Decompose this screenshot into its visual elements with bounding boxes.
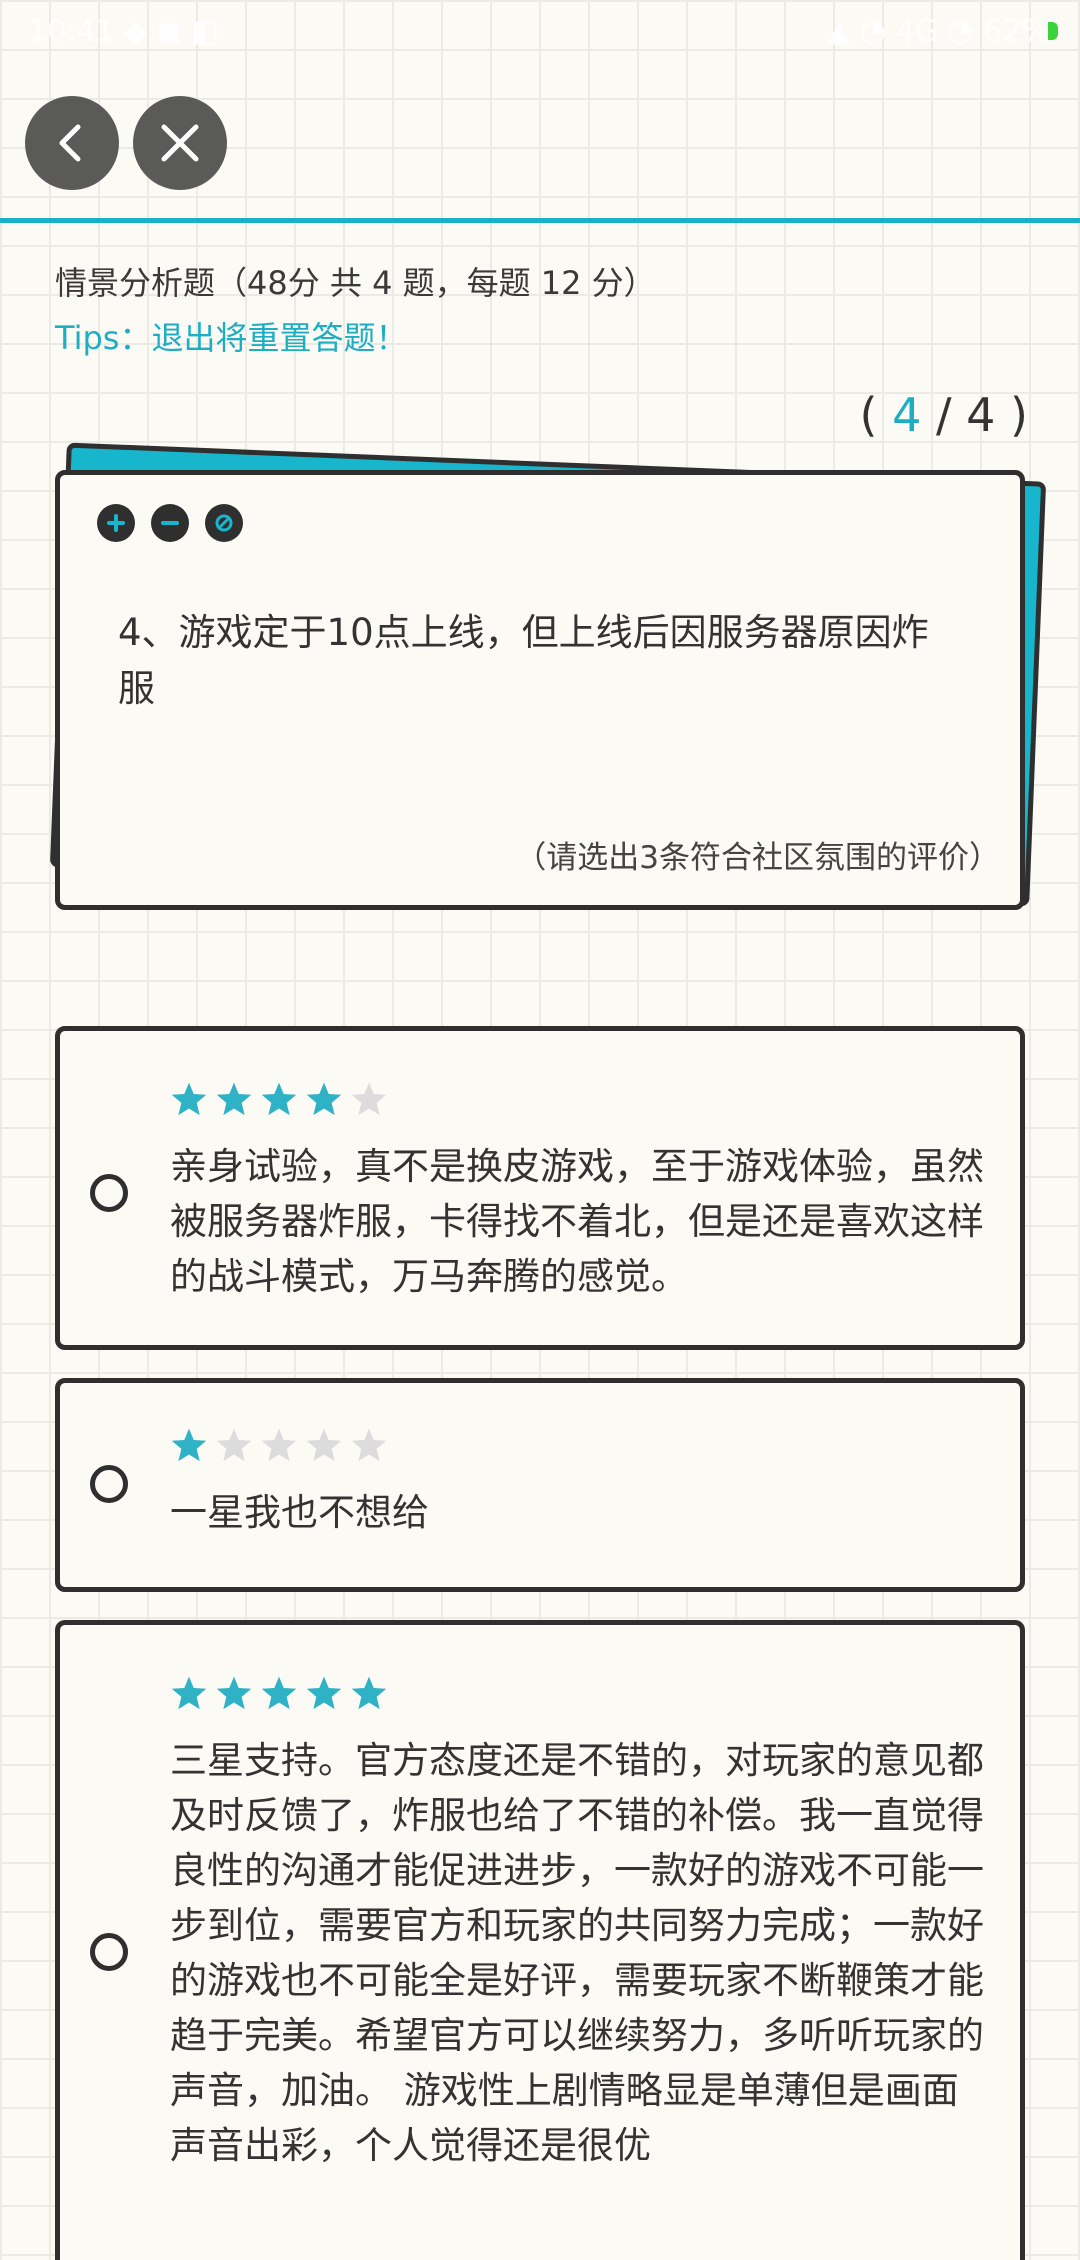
star-filled-icon — [171, 1082, 207, 1116]
question-text: 4、游戏定于10点上线，但上线后因服务器原因炸服 — [118, 611, 929, 710]
star-empty-icon — [306, 1428, 342, 1462]
counter-open: ( — [859, 388, 878, 442]
answer-option[interactable]: 一星我也不想给 — [55, 1378, 1025, 1592]
tips-text: Tips：退出将重置答题！ — [55, 319, 408, 357]
status-bar-right: ▲ ◔ 4G ◔ 62% — [827, 14, 1050, 49]
radio-button[interactable] — [90, 1465, 128, 1503]
question-card-controls — [97, 504, 243, 542]
counter-current: 4 — [892, 388, 922, 442]
radio-button[interactable] — [90, 1933, 128, 1971]
star-filled-icon — [351, 1676, 387, 1710]
star-filled-icon — [216, 1082, 252, 1116]
star-filled-icon — [261, 1082, 297, 1116]
counter-close: ) — [1010, 388, 1028, 442]
star-empty-icon — [261, 1428, 297, 1462]
star-empty-icon — [216, 1428, 252, 1462]
section-title: 情景分析题（48分 共 4 题，每题 12 分） — [55, 264, 656, 302]
counter-total: 4 — [966, 388, 996, 442]
battery-icon — [1048, 22, 1058, 40]
counter-sep: / — [936, 388, 952, 442]
star-filled-icon — [261, 1676, 297, 1710]
back-button[interactable] — [25, 96, 119, 190]
star-rating — [170, 1427, 388, 1463]
cancel-icon[interactable] — [205, 504, 243, 542]
status-bar: 10:41 ◆ ◼ ◧ ▲ ◔ 4G ◔ 62% — [0, 0, 1080, 62]
star-empty-icon — [351, 1428, 387, 1462]
star-filled-icon — [171, 1428, 207, 1462]
star-filled-icon — [306, 1082, 342, 1116]
chevron-left-icon — [59, 124, 81, 162]
option-text: 亲身试验，真不是换皮游戏，至于游戏体验，虽然被服务器炸服，卡得找不着北，但是还是… — [170, 1145, 984, 1298]
question-counter: ( 4 / 4 ) — [860, 388, 1028, 442]
star-empty-icon — [351, 1082, 387, 1116]
answer-option[interactable]: 亲身试验，真不是换皮游戏，至于游戏体验，虽然被服务器炸服，卡得找不着北，但是还是… — [55, 1026, 1025, 1350]
question-hint: （请选出3条符合社区氛围的评价） — [515, 840, 1000, 876]
close-icon — [161, 124, 199, 162]
zoom-in-icon[interactable] — [97, 504, 135, 542]
question-card: 4、游戏定于10点上线，但上线后因服务器原因炸服 （请选出3条符合社区氛围的评价… — [55, 470, 1025, 910]
option-text: 一星我也不想给 — [170, 1491, 429, 1534]
star-filled-icon — [306, 1676, 342, 1710]
zoom-out-icon[interactable] — [151, 504, 189, 542]
star-filled-icon — [171, 1676, 207, 1710]
radio-button[interactable] — [90, 1174, 128, 1212]
answer-option[interactable]: 三星支持。官方态度还是不错的，对玩家的意见都及时反馈了，炸服也给了不错的补偿。我… — [55, 1620, 1025, 2260]
option-text: 三星支持。官方态度还是不错的，对玩家的意见都及时反馈了，炸服也给了不错的补偿。我… — [170, 1739, 984, 2167]
status-bar-left: 10:41 ◆ ◼ ◧ — [28, 14, 220, 49]
header-divider — [0, 218, 1080, 223]
star-rating — [170, 1081, 388, 1117]
star-filled-icon — [216, 1676, 252, 1710]
close-button[interactable] — [133, 96, 227, 190]
star-rating — [170, 1675, 388, 1711]
